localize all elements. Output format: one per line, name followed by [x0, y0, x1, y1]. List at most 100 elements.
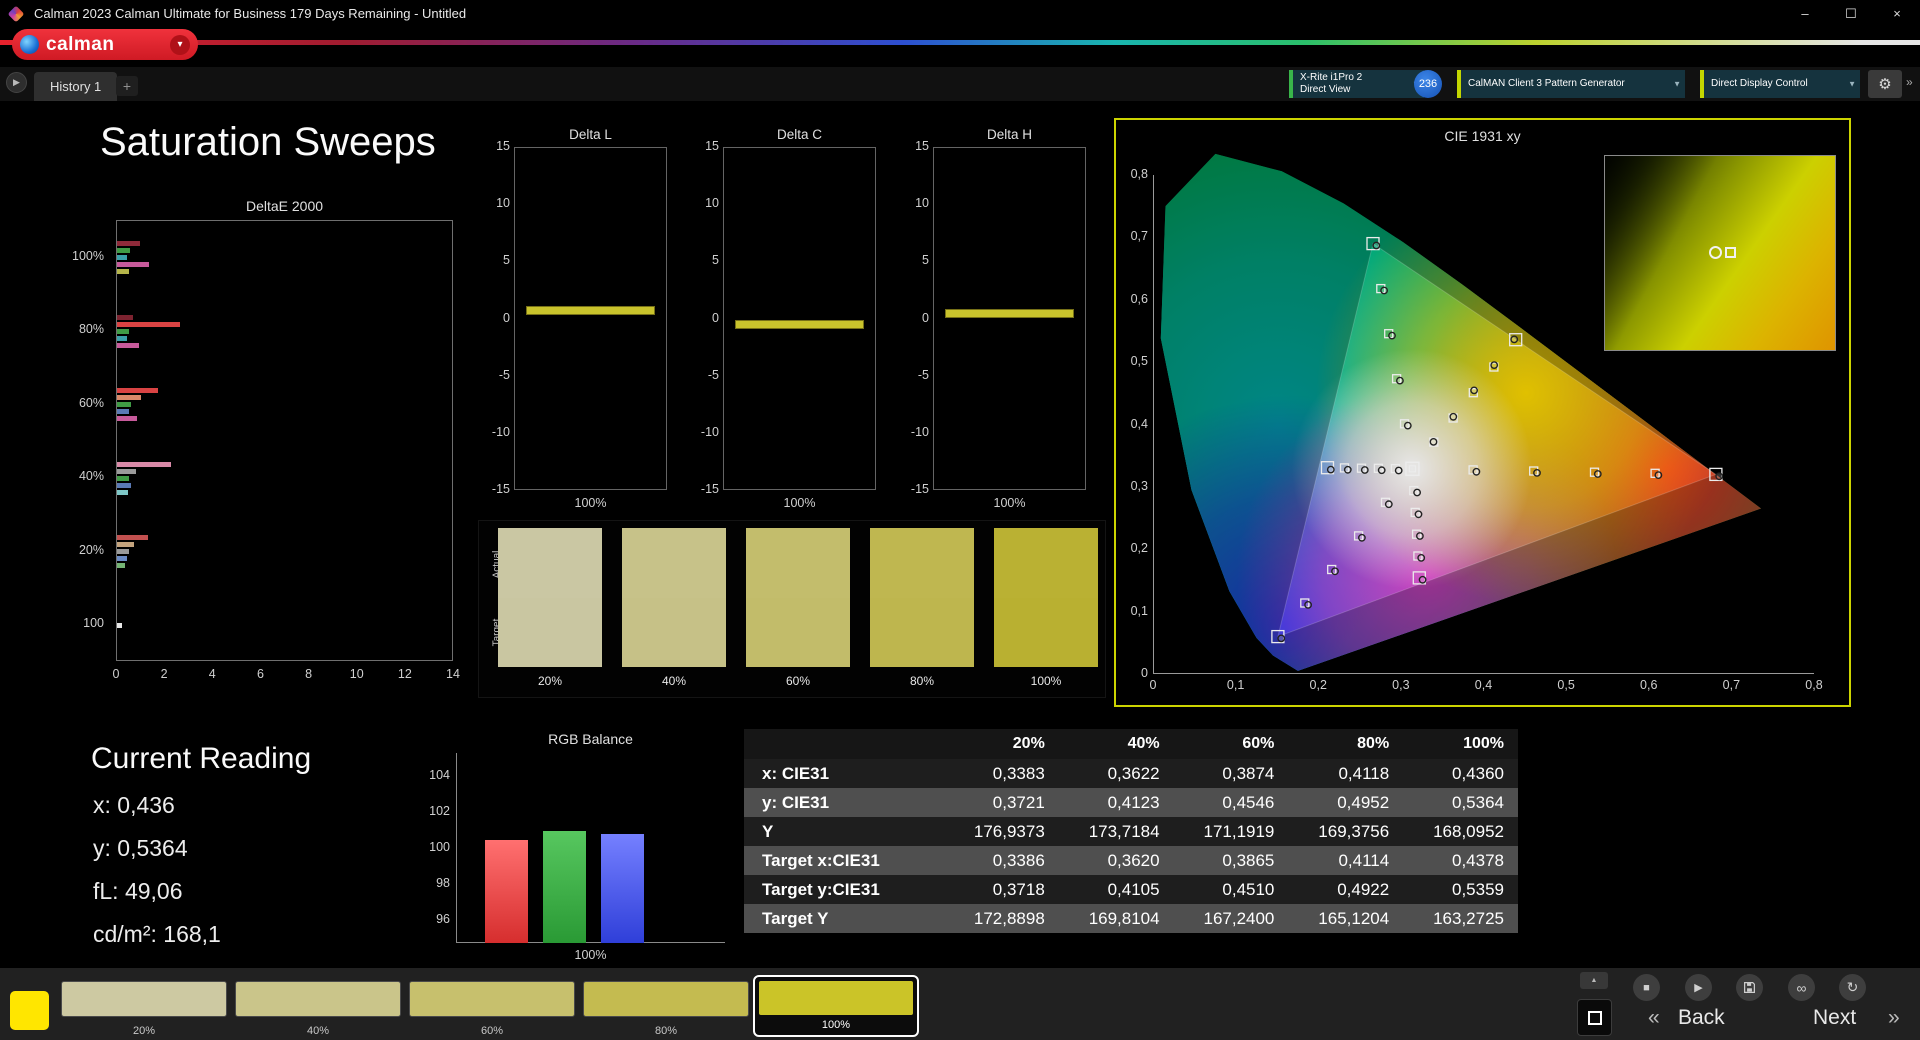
- table-cell: 163,2725: [1433, 908, 1504, 928]
- patch-label: 100%: [821, 1019, 851, 1031]
- swatch-pair: [746, 528, 850, 667]
- swatch-actual: [746, 528, 850, 598]
- axis-tick-label: 12: [397, 667, 412, 681]
- swatch-label: 100%: [1030, 674, 1062, 688]
- patch-label: 20%: [132, 1025, 156, 1037]
- chevron-down-icon: ▼: [1673, 79, 1681, 89]
- tab-history-1[interactable]: History 1: [34, 72, 118, 101]
- minimize-button[interactable]: –: [1782, 0, 1828, 27]
- rgb-ylabels: 104 102 100 98 96: [406, 753, 450, 943]
- toolbar-overflow-button[interactable]: »: [1906, 75, 1913, 89]
- deltae-bar: [117, 241, 140, 247]
- deltae-bar: [117, 314, 133, 320]
- next-chevron-icon[interactable]: »: [1888, 1006, 1900, 1030]
- meter-status-badge[interactable]: 236: [1414, 70, 1442, 98]
- table-row: y: CIE31 0,3721 0,4123 0,4546 0,4952 0,5364: [744, 788, 1518, 817]
- save-button[interactable]: [1736, 974, 1763, 1001]
- table-header-row: 20% 40% 60% 80% 100%: [744, 729, 1518, 759]
- caret-down-icon[interactable]: ▾: [170, 34, 190, 55]
- restore-button[interactable]: ☐: [1828, 0, 1874, 27]
- table-cell: 0,3620: [1107, 850, 1160, 870]
- deltae-bar: [117, 535, 149, 541]
- swatch-actual: [994, 528, 1098, 598]
- play-icon: ▶: [1694, 982, 1703, 994]
- deltae-bar: [117, 409, 130, 415]
- axis-tick-label: 80%: [78, 322, 104, 337]
- back-button[interactable]: Back: [1678, 1006, 1725, 1030]
- pattern-window-button[interactable]: [1577, 999, 1612, 1036]
- swatch-actual: [870, 528, 974, 598]
- table-col-header: 40%: [1058, 729, 1174, 759]
- axis-tick-label: 0,5: [1557, 678, 1575, 692]
- display-control-name: Direct Display Control: [1711, 78, 1808, 89]
- cie-chart-title: CIE 1931 xy: [1444, 128, 1521, 144]
- results-table: 20% 40% 60% 80% 100% x: CIE31 0,3383 0,3622 0,3…: [744, 729, 1518, 933]
- axis-tick-label: 15: [915, 139, 929, 153]
- rgb-balance-title: RGB Balance: [548, 731, 633, 747]
- patch-button[interactable]: [583, 981, 749, 1017]
- deltae-bar: [117, 416, 138, 422]
- delta-c-ylabels: 15 10 5 0 -5 -10 -15: [681, 139, 719, 496]
- history-nav-button[interactable]: ▶: [6, 72, 27, 93]
- axis-tick-label: 60%: [78, 395, 104, 410]
- stop-icon: ■: [1643, 981, 1650, 994]
- stop-button[interactable]: ■: [1633, 974, 1660, 1001]
- table-cell: 0,4952: [1337, 792, 1390, 812]
- continuous-measure-button[interactable]: ∞: [1788, 974, 1815, 1001]
- table-row: Target x:CIE31 0,3386 0,3620 0,3865 0,4114 0,…: [744, 846, 1518, 875]
- axis-tick-label: 0,8: [1130, 167, 1148, 181]
- meter-name: X-Rite i1Pro 2: [1300, 72, 1363, 83]
- table-col-header: 80%: [1288, 729, 1404, 759]
- axis-tick-label: 20%: [78, 542, 104, 557]
- current-reading-title: Current Reading: [91, 742, 312, 775]
- axis-tick-label: 0,7: [1722, 678, 1741, 692]
- axis-tick-label: 6: [256, 667, 264, 681]
- brand-banner: calman ▾: [0, 27, 1920, 67]
- swatch-label: 60%: [785, 674, 811, 688]
- current-reading-y: y: 0,5364: [93, 835, 188, 861]
- patch-button-selected[interactable]: 100%: [753, 975, 919, 1037]
- axis-tick-label: -15: [700, 482, 719, 496]
- table-cell: 167,2400: [1203, 908, 1275, 928]
- tabbar: ▶ History 1 + X-Rite i1Pro 2 Direct View…: [0, 67, 1920, 101]
- current-reading-cdm2: cd/m²: 168,1: [93, 921, 221, 947]
- rgb-bar-blue: [601, 833, 644, 943]
- patch-color: [759, 981, 913, 1015]
- play-button[interactable]: ▶: [1685, 974, 1712, 1001]
- collapse-panel-button[interactable]: ▲: [1580, 972, 1608, 989]
- close-button[interactable]: ×: [1874, 0, 1920, 27]
- table-cell: 169,8104: [1088, 908, 1160, 928]
- display-control-dropdown[interactable]: Direct Display Control ▼: [1700, 70, 1860, 98]
- axis-tick-label: 0,6: [1130, 291, 1148, 306]
- cie-yticks: 0 0,1 0,2 0,3 0,4 0,5 0,6 0,7 0,8: [1116, 167, 1148, 680]
- infinity-icon: ∞: [1796, 979, 1807, 996]
- next-button[interactable]: Next: [1813, 1006, 1856, 1030]
- patch-button[interactable]: [61, 981, 227, 1017]
- add-tab-button[interactable]: +: [116, 76, 138, 96]
- axis-tick-label: 0,4: [1474, 678, 1493, 692]
- cie-plot: [1153, 153, 1836, 674]
- calman-logo-button[interactable]: calman ▾: [12, 29, 198, 60]
- deltae-bar: [117, 556, 127, 562]
- axis-tick-label: 0: [712, 310, 719, 325]
- refresh-button[interactable]: ↻: [1839, 974, 1866, 1001]
- axis-tick-label: -5: [707, 367, 719, 382]
- back-chevron-icon[interactable]: «: [1648, 1006, 1660, 1030]
- table-cell: 0,3718: [992, 879, 1045, 899]
- table-cell: 0,4114: [1338, 850, 1390, 870]
- cie-panel: CIE 1931 xy 0 0,1 0,2 0,3 0,4 0,5 0,6 0,7 0,8 00…: [1114, 118, 1851, 707]
- table-row-label: Target Y: [762, 908, 829, 928]
- axis-tick-label: 0,6: [1640, 678, 1658, 692]
- patch-button[interactable]: [235, 981, 401, 1017]
- table-cell: 0,3383: [992, 763, 1045, 783]
- active-color-chip[interactable]: [10, 991, 49, 1030]
- table-cell: 0,3721: [992, 792, 1045, 812]
- patch-button[interactable]: [409, 981, 575, 1017]
- calman-app: Calman 2023 Calman Ultimate for Business…: [0, 0, 1920, 1040]
- axis-tick-label: 0,3: [1130, 478, 1148, 493]
- delta-l-plot: [514, 147, 667, 490]
- meter-dropdown[interactable]: X-Rite i1Pro 2 Direct View ▼: [1289, 70, 1424, 98]
- rainbow-line: [0, 40, 1920, 45]
- pattern-generator-dropdown[interactable]: CalMAN Client 3 Pattern Generator ▼: [1457, 70, 1685, 98]
- settings-button[interactable]: ⚙: [1868, 70, 1902, 98]
